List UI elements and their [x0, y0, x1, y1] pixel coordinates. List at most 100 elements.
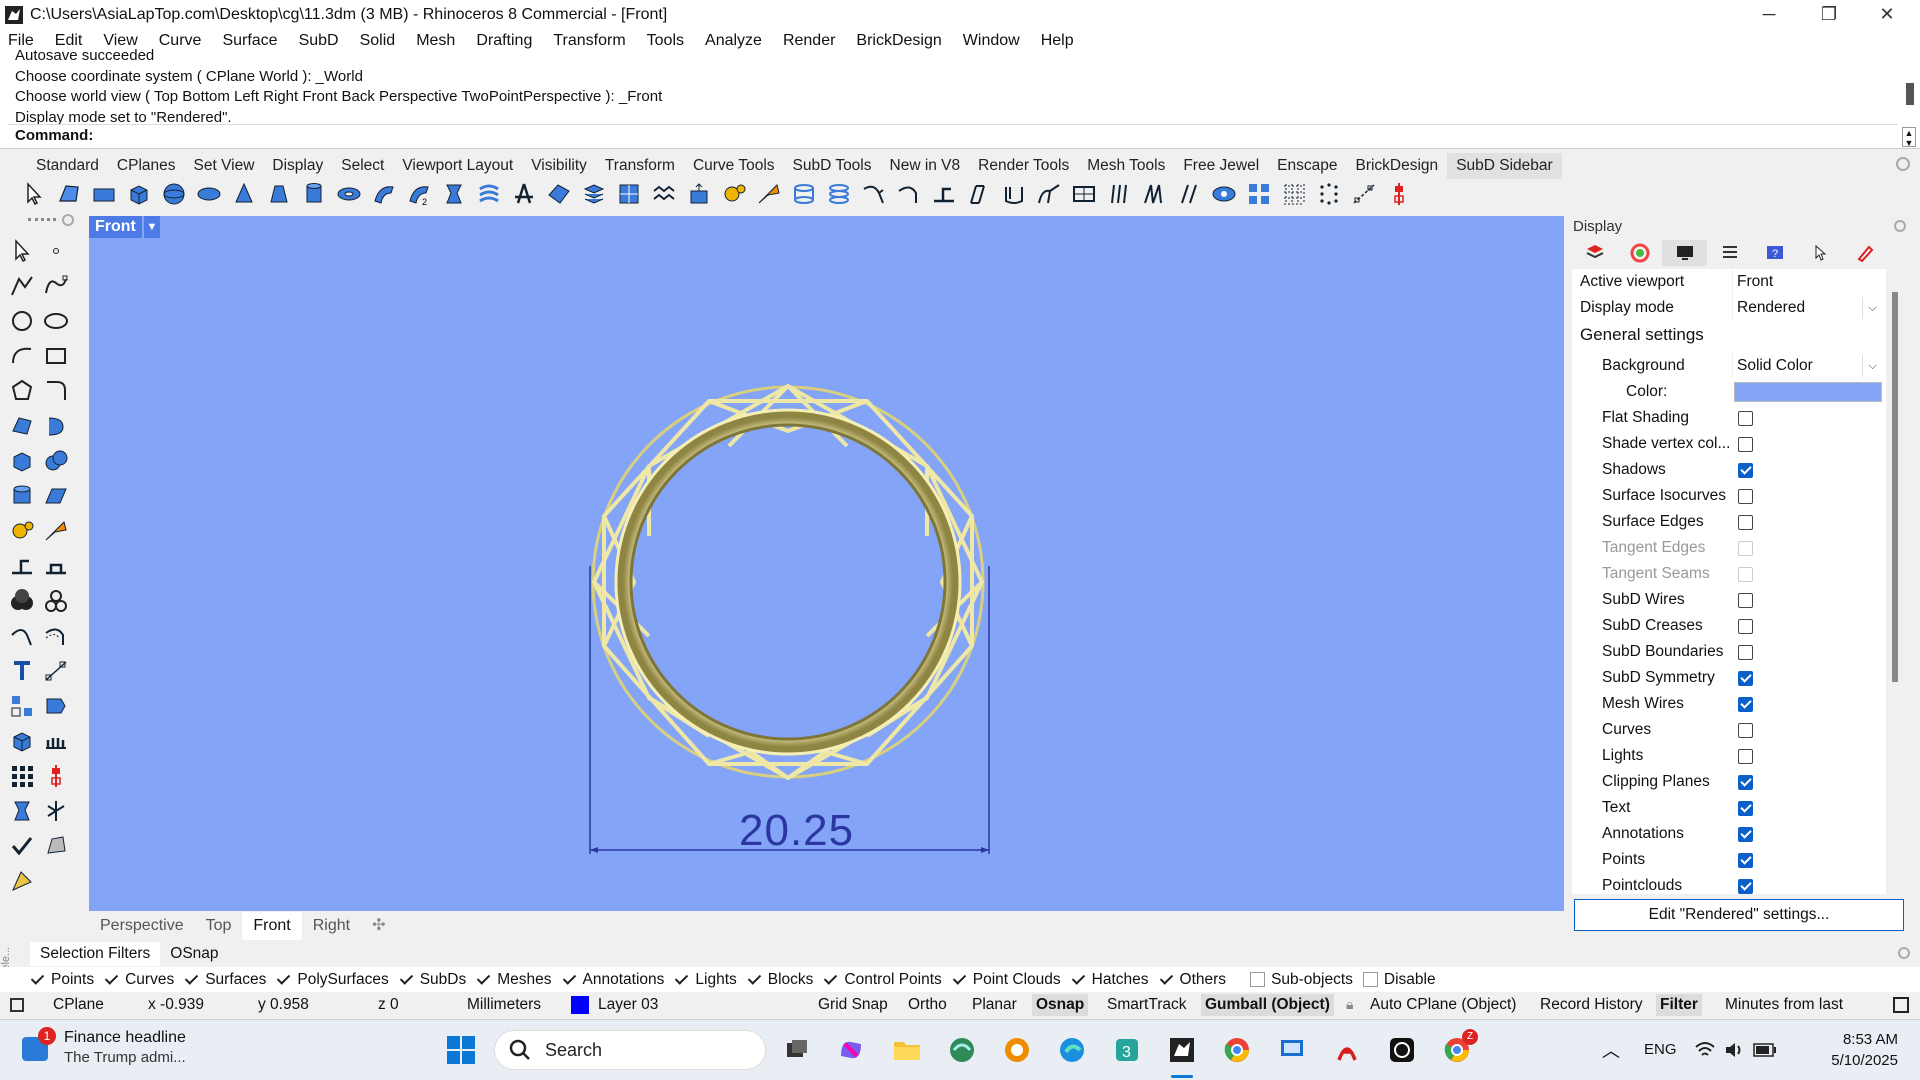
display-tab-icon[interactable]: [1662, 240, 1707, 266]
panel-scrollbar[interactable]: [1892, 292, 1898, 682]
filter-item[interactable]: Sub-objects: [1250, 971, 1353, 989]
tray-chevron-up-icon[interactable]: ︿: [1594, 1033, 1628, 1067]
app-3-icon[interactable]: 3: [1110, 1033, 1144, 1067]
subd-skin-icon[interactable]: [506, 179, 541, 209]
tab-viewport-layout[interactable]: Viewport Layout: [393, 153, 522, 179]
filter-item[interactable]: Others: [1159, 971, 1227, 989]
layers-tab-icon[interactable]: [1572, 240, 1617, 266]
move-icon[interactable]: [5, 549, 39, 583]
subd-sweep2-icon[interactable]: 2: [401, 179, 436, 209]
news-widget[interactable]: 1 Finance headline The Trump admi...: [22, 1027, 186, 1068]
filter-checkbox[interactable]: [747, 972, 762, 987]
tab-free-jewel[interactable]: Free Jewel: [1174, 153, 1268, 179]
display-option-checkbox[interactable]: [1738, 774, 1753, 790]
command-spin-icon[interactable]: ▲ ▼: [1902, 127, 1916, 148]
dimension-value[interactable]: 20.25: [739, 806, 854, 856]
tab-curve-tools[interactable]: Curve Tools: [684, 153, 784, 179]
tab-osnap[interactable]: OSnap: [160, 942, 228, 966]
edge-icon[interactable]: [1055, 1033, 1089, 1067]
text-icon[interactable]: [5, 654, 39, 688]
render-tools-icon[interactable]: [5, 864, 39, 898]
fullscreen-icon[interactable]: [1893, 997, 1909, 1013]
menu-brickdesign[interactable]: BrickDesign: [856, 32, 941, 50]
acrobat-icon[interactable]: [1330, 1033, 1364, 1067]
subd-gem-icon[interactable]: [1206, 179, 1241, 209]
tab-standard[interactable]: Standard: [27, 153, 108, 179]
menu-help[interactable]: Help: [1041, 32, 1074, 50]
tab-subd-tools[interactable]: SubD Tools: [784, 153, 881, 179]
vp-tab-top[interactable]: Top: [195, 912, 243, 940]
filter-item[interactable]: Blocks: [747, 971, 814, 989]
planar-toggle[interactable]: Planar: [972, 996, 1017, 1014]
check-icon[interactable]: [5, 829, 39, 863]
paint-tab-icon[interactable]: [1842, 240, 1887, 266]
chrome-profile-icon[interactable]: Z: [1440, 1029, 1478, 1067]
subd-box-icon[interactable]: [121, 179, 156, 209]
named-views-tab-icon[interactable]: [1707, 240, 1752, 266]
fillet-curve-icon[interactable]: [39, 374, 73, 408]
subd-offset-icon[interactable]: [996, 179, 1031, 209]
chevron-down-icon[interactable]: ⌵: [1862, 297, 1882, 319]
tab-enscape[interactable]: Enscape: [1268, 153, 1346, 179]
display-option-checkbox[interactable]: [1738, 488, 1753, 504]
align-icon[interactable]: [39, 549, 73, 583]
filter-item[interactable]: Point Clouds: [952, 971, 1061, 989]
copilot-icon[interactable]: [834, 1033, 868, 1067]
subd-array-icon[interactable]: [1241, 179, 1276, 209]
filter-item[interactable]: Surfaces: [184, 971, 266, 989]
menu-analyze[interactable]: Analyze: [705, 32, 762, 50]
polyline-icon[interactable]: [5, 269, 39, 303]
properties-tab-icon[interactable]: [1797, 240, 1842, 266]
chevron-down-icon[interactable]: ⌵: [1862, 355, 1882, 377]
cylinder-icon[interactable]: [5, 479, 39, 513]
filter-checkbox[interactable]: [276, 972, 291, 987]
front-viewport[interactable]: Front ▼ 20.25: [89, 216, 1564, 911]
tab-mesh-tools[interactable]: Mesh Tools: [1078, 153, 1174, 179]
filter-checkbox[interactable]: [104, 972, 119, 987]
clock[interactable]: 8:53 AM 5/10/2025: [1831, 1029, 1898, 1071]
vp-tab-front[interactable]: Front: [242, 912, 302, 940]
record-history-toggle[interactable]: Record History: [1540, 996, 1643, 1014]
subd-stitch-icon[interactable]: [1101, 179, 1136, 209]
vp-tab-right[interactable]: Right: [302, 912, 361, 940]
remote-desktop-icon[interactable]: [1275, 1033, 1309, 1067]
history-scrollbar[interactable]: [1906, 83, 1914, 105]
subd-slide-icon[interactable]: [926, 179, 961, 209]
solid-box-icon[interactable]: [5, 724, 39, 758]
tab-visibility[interactable]: Visibility: [522, 153, 596, 179]
display-option-checkbox[interactable]: [1738, 826, 1753, 842]
filter-checkbox[interactable]: [952, 972, 967, 987]
grid-snap-toggle[interactable]: Grid Snap: [818, 996, 888, 1014]
array-along-icon[interactable]: [39, 724, 73, 758]
subd-symmetry-side-icon[interactable]: [39, 759, 73, 793]
rectangle-icon[interactable]: [39, 339, 73, 373]
dimension-icon[interactable]: [39, 654, 73, 688]
extrude-surface-icon[interactable]: [39, 479, 73, 513]
ortho-toggle[interactable]: Ortho: [908, 996, 947, 1014]
group-icon[interactable]: [5, 689, 39, 723]
color-swatch[interactable]: [1734, 382, 1882, 402]
point-icon[interactable]: [39, 234, 73, 268]
subd-remove-crease-icon[interactable]: [891, 179, 926, 209]
menu-window[interactable]: Window: [963, 32, 1020, 50]
filter-item[interactable]: Meshes: [476, 971, 551, 989]
subd-split-icon[interactable]: [1136, 179, 1171, 209]
battery-icon[interactable]: [1748, 1033, 1782, 1067]
tab-select[interactable]: Select: [332, 153, 393, 179]
subd-wave-icon[interactable]: [646, 179, 681, 209]
display-option-checkbox[interactable]: [1738, 722, 1753, 738]
close-button[interactable]: ✕: [1858, 0, 1916, 29]
filter-item[interactable]: Curves: [104, 971, 174, 989]
display-option-checkbox[interactable]: [1738, 644, 1753, 660]
edge-dev-icon[interactable]: [945, 1033, 979, 1067]
materials-icon[interactable]: [39, 584, 73, 618]
filter-checkbox[interactable]: [823, 972, 838, 987]
subd-plane-icon[interactable]: [86, 179, 121, 209]
select-icon[interactable]: [5, 234, 39, 268]
status-cplane[interactable]: CPlane: [53, 996, 104, 1014]
display-option-checkbox[interactable]: [1738, 514, 1753, 530]
filter-settings-icon[interactable]: [1898, 947, 1910, 959]
subd-symmetry-icon[interactable]: [1381, 179, 1416, 209]
filter-item[interactable]: PolySurfaces: [276, 971, 388, 989]
wifi-icon[interactable]: [1688, 1033, 1722, 1067]
